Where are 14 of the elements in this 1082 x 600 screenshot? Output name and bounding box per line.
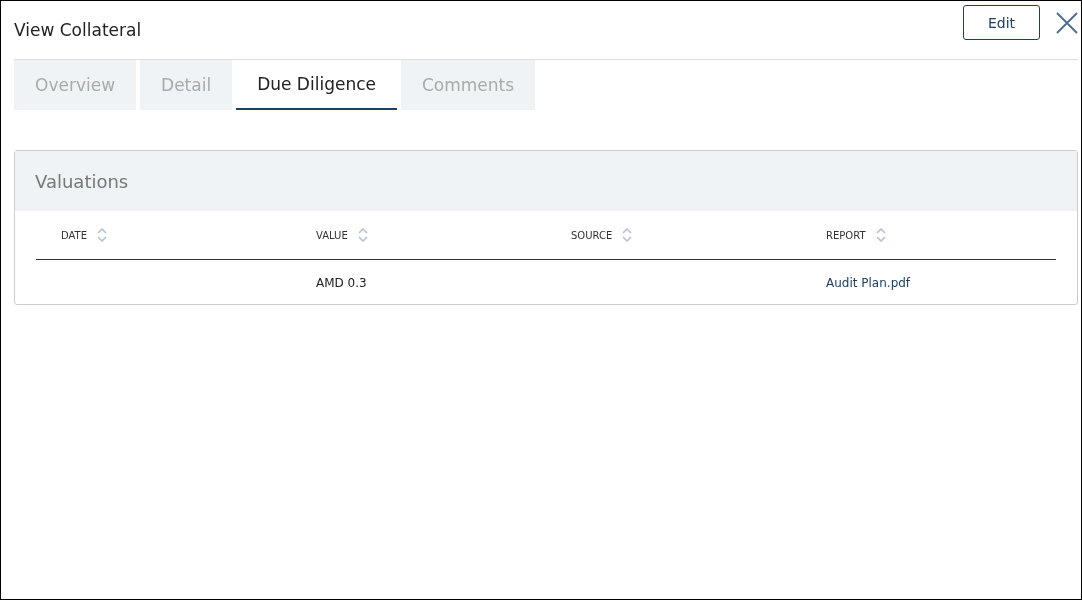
close-icon[interactable] xyxy=(1056,11,1078,34)
column-header[interactable]: SOURCE xyxy=(571,229,613,241)
sort-icon[interactable] xyxy=(97,228,107,242)
report-link[interactable]: Audit Plan.pdf xyxy=(826,275,911,290)
column-header[interactable]: REPORT xyxy=(826,229,866,241)
window-title: View Collateral xyxy=(14,20,143,40)
edit-button[interactable]: Edit xyxy=(963,5,1040,40)
sort-icon[interactable] xyxy=(875,228,886,242)
sort-icon[interactable] xyxy=(357,228,368,242)
section-title: Valuations xyxy=(35,170,129,192)
table-cell: AMD 0.3 xyxy=(316,275,367,290)
column-header[interactable]: VALUE xyxy=(316,229,348,241)
column-header[interactable]: DATE xyxy=(61,229,87,241)
sort-icon[interactable] xyxy=(622,228,633,242)
